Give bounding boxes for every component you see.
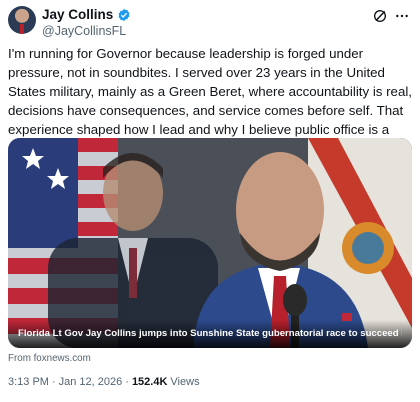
more-options-icon[interactable] <box>394 8 410 24</box>
post-time[interactable]: 3:13 PM <box>8 376 49 388</box>
author-name-row: Jay Collins <box>42 7 131 22</box>
post-date[interactable]: Jan 12, 2026 <box>59 376 123 388</box>
author-name[interactable]: Jay Collins <box>42 7 113 22</box>
author-handle[interactable]: @JayCollinsFL <box>42 24 126 38</box>
link-card[interactable]: Florida Lt Gov Jay Collins jumps into Su… <box>8 138 412 348</box>
avatar[interactable] <box>8 6 36 34</box>
post-header: Jay Collins @JayCollinsFL <box>8 4 412 38</box>
views-count: 152.4K <box>131 376 168 388</box>
meta-separator: · <box>51 376 56 388</box>
views-label: Views <box>170 376 200 388</box>
verified-badge-icon <box>118 8 130 21</box>
link-card-image <box>8 138 412 348</box>
meta-separator: · <box>125 376 129 388</box>
post-meta: 3:13 PM · Jan 12, 2026 · 152.4K Views <box>8 376 200 388</box>
link-card-caption[interactable]: Florida Lt Gov Jay Collins jumps into Su… <box>18 328 402 339</box>
grok-icon[interactable] <box>372 8 388 24</box>
link-source[interactable]: From foxnews.com <box>8 353 91 364</box>
